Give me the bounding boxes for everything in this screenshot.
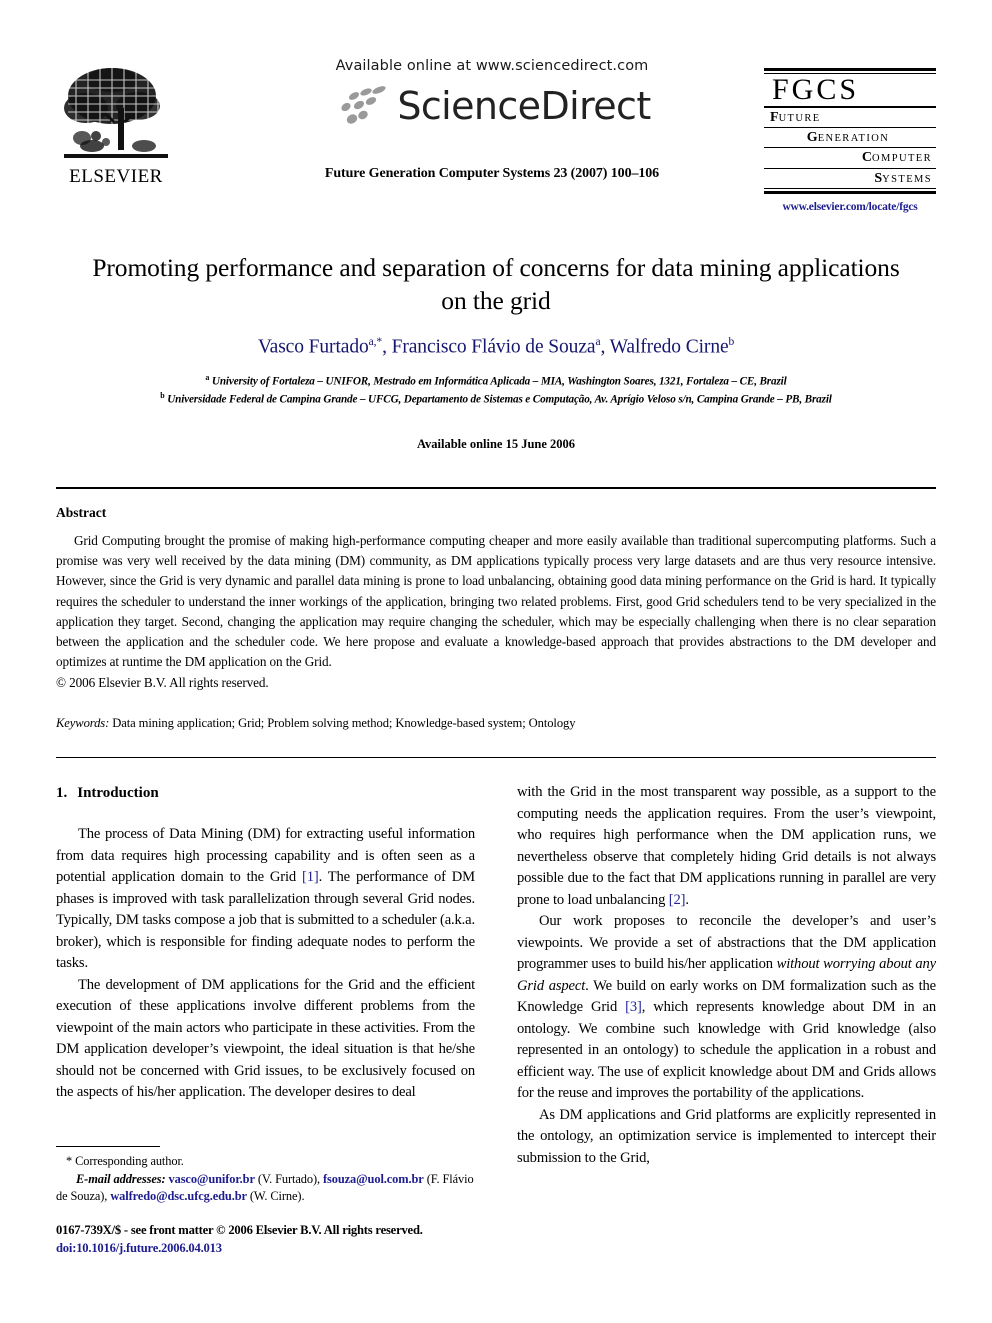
paragraph-right-3: As DM applications and Grid platforms ar…	[517, 1106, 936, 1166]
body-column-left: 1. Introduction The process of Data Minin…	[56, 782, 475, 1104]
paragraph-left-2: The development of DM applications for t…	[56, 976, 475, 1101]
elsevier-tree-icon	[62, 62, 170, 166]
page-title: Promoting performance and separation of …	[92, 253, 900, 315]
fgcs-journal-logo: FGCS FUTURE GENERATION COMPUTER SYSTEMS …	[764, 68, 936, 213]
keywords-label: Keywords:	[56, 716, 110, 730]
available-online-text: Available online at www.sciencedirect.co…	[335, 58, 649, 74]
fgcs-word-computer: COMPUTER	[764, 148, 936, 169]
footnote-divider	[56, 1146, 160, 1147]
keywords-line: Keywords: Data mining application; Grid;…	[56, 716, 936, 731]
copyright-line: © 2006 Elsevier B.V. All rights reserved…	[56, 675, 269, 691]
journal-reference: Future Generation Computer Systems 23 (2…	[324, 166, 660, 181]
email-link-1[interactable]: vasco@unifor.br	[169, 1172, 255, 1186]
elsevier-wordmark: ELSEVIER	[69, 166, 163, 187]
fgcs-word-generation: GENERATION	[764, 128, 936, 149]
body-column-right: with the Grid in the most transparent wa…	[517, 782, 936, 1169]
page-footer: 0167-739X/$ - see front matter © 2006 El…	[56, 1221, 556, 1258]
divider-above-abstract	[56, 487, 936, 489]
sciencedirect-swoosh-icon	[341, 86, 386, 124]
paragraph-right-2: Our work proposes to reconcile the devel…	[517, 913, 936, 1102]
doi-link[interactable]: doi:10.1016/j.future.2006.04.013	[56, 1239, 556, 1257]
elsevier-logo: ELSEVIER	[56, 62, 176, 186]
section-title: Introduction	[77, 785, 159, 801]
article-page: ELSEVIER Available online at www.science…	[0, 0, 992, 1323]
citation-ref-3[interactable]: [3]	[625, 999, 642, 1015]
corresponding-author-note: * Corresponding author.	[66, 1154, 184, 1168]
email-link-3[interactable]: walfredo@dsc.ufcg.edu.br	[110, 1189, 247, 1203]
citation-ref-1[interactable]: [1]	[302, 869, 319, 885]
available-online-date: Available online 15 June 2006	[416, 437, 576, 451]
section-heading-introduction: 1. Introduction	[56, 782, 475, 804]
section-number: 1.	[56, 785, 68, 801]
abstract-body: Grid Computing brought the promise of ma…	[56, 531, 936, 694]
affiliation-b: b Universidade Federal de Campina Grande…	[160, 391, 832, 406]
email-owner-1: (V. Furtado),	[257, 1171, 320, 1186]
sciencedirect-logo-block: Available online at www.sciencedirect.co…	[242, 58, 742, 129]
paragraph-left-1: The process of Data Mining (DM) for extr…	[56, 826, 475, 972]
email-owner-3: (W. Cirne).	[249, 1189, 305, 1204]
affiliations: a University of Fortaleza – UNIFOR, Mest…	[76, 372, 916, 408]
divider-below-keywords	[56, 757, 936, 758]
sciencedirect-wordmark: ScienceDirect	[397, 84, 651, 128]
issn-front-matter-line: 0167-739X/$ - see front matter © 2006 El…	[56, 1223, 423, 1237]
journal-homepage-link[interactable]: www.elsevier.com/locate/fgcs	[764, 201, 936, 213]
page-header: ELSEVIER Available online at www.science…	[56, 58, 936, 213]
abstract-heading: Abstract	[56, 505, 107, 520]
author-list: Vasco Furtadoa,*, Francisco Flávio de So…	[257, 336, 735, 358]
keywords-value: Data mining application; Grid; Problem s…	[112, 716, 576, 730]
email-link-2[interactable]: fsouza@uol.com.br	[323, 1172, 424, 1186]
email-addresses-line: E-mail addresses: vasco@unifor.br (V. Fu…	[56, 1171, 475, 1206]
citation-ref-2[interactable]: [2]	[669, 892, 686, 908]
fgcs-word-systems: SYSTEMS	[874, 170, 932, 186]
footnote-block: * Corresponding author. E-mail addresses…	[56, 1153, 475, 1206]
abstract-paragraph: Grid Computing brought the promise of ma…	[56, 533, 936, 670]
email-addresses-label: E-mail addresses:	[76, 1171, 166, 1186]
fgcs-acronym: FGCS	[764, 74, 936, 108]
affiliation-a: a University of Fortaleza – UNIFOR, Mest…	[205, 373, 787, 388]
fgcs-word-future: FUTURE	[764, 108, 936, 129]
paragraph-right-1: with the Grid in the most transparent wa…	[517, 784, 936, 908]
